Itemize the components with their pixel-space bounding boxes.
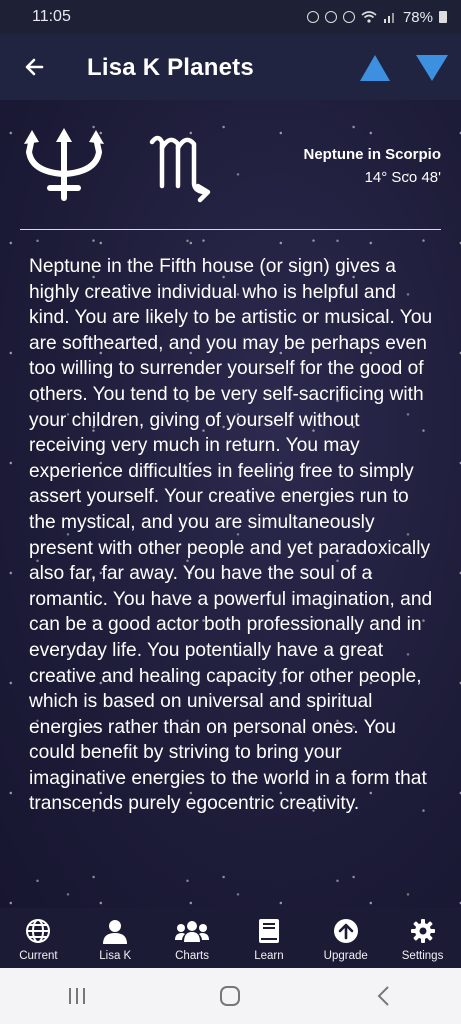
nav-label-upgrade: Upgrade (323, 950, 368, 962)
signal-icon (383, 13, 394, 23)
group-icon (175, 921, 210, 942)
nav-item-learn[interactable]: Learn (230, 908, 307, 968)
system-nav-bar (0, 968, 461, 1024)
scorpio-icon (149, 135, 211, 203)
bottom-nav: Current Lisa K Charts Learn Upgrade Sett… (0, 908, 461, 968)
divider (20, 229, 441, 230)
nav-item-settings[interactable]: Settings (384, 908, 461, 968)
status-time: 11:05 (32, 8, 71, 25)
book-icon (258, 919, 279, 943)
notification-icon (306, 11, 319, 23)
globe-icon (26, 919, 51, 943)
home-button[interactable] (200, 976, 260, 1016)
nav-item-upgrade[interactable]: Upgrade (307, 908, 384, 968)
upload-circle-icon (333, 919, 358, 943)
person-icon (103, 920, 128, 944)
neptune-icon (24, 128, 104, 201)
battery-percent: 78% (402, 8, 433, 26)
gear-icon (410, 919, 435, 943)
app-bar: Lisa K Planets (0, 34, 461, 100)
status-bar: 11:05 78% (0, 0, 461, 34)
nav-label-learn: Learn (254, 950, 284, 962)
planet-position-degree: 14° Sco 48' (364, 169, 441, 186)
next-arrow-icon[interactable] (415, 54, 449, 82)
alarm-icon (324, 11, 337, 23)
interpretation-text: Neptune in the Fifth house (or sign) giv… (29, 256, 433, 815)
nav-label-current: Current (19, 950, 58, 962)
nav-label-lisa-k: Lisa K (99, 950, 132, 962)
nav-item-charts[interactable]: Charts (154, 908, 231, 968)
wifi-icon (361, 11, 377, 23)
home-icon (220, 986, 241, 1006)
nav-item-lisa-k[interactable]: Lisa K (77, 908, 154, 968)
previous-arrow-icon[interactable] (359, 54, 391, 82)
nav-item-current[interactable]: Current (0, 908, 77, 968)
back-chevron-icon (377, 986, 389, 1006)
status-icons: 78% (306, 8, 447, 26)
page-title: Lisa K Planets (87, 54, 254, 81)
planet-position-title: Neptune in Scorpio (303, 146, 441, 163)
back-button[interactable] (354, 976, 414, 1016)
nav-label-settings: Settings (401, 950, 444, 962)
battery-icon (439, 11, 447, 23)
nav-label-charts: Charts (175, 950, 209, 962)
recent-apps-button[interactable] (47, 976, 107, 1016)
mute-icon (342, 11, 355, 23)
back-arrow-icon[interactable] (20, 52, 50, 82)
recent-apps-icon (68, 988, 85, 1004)
